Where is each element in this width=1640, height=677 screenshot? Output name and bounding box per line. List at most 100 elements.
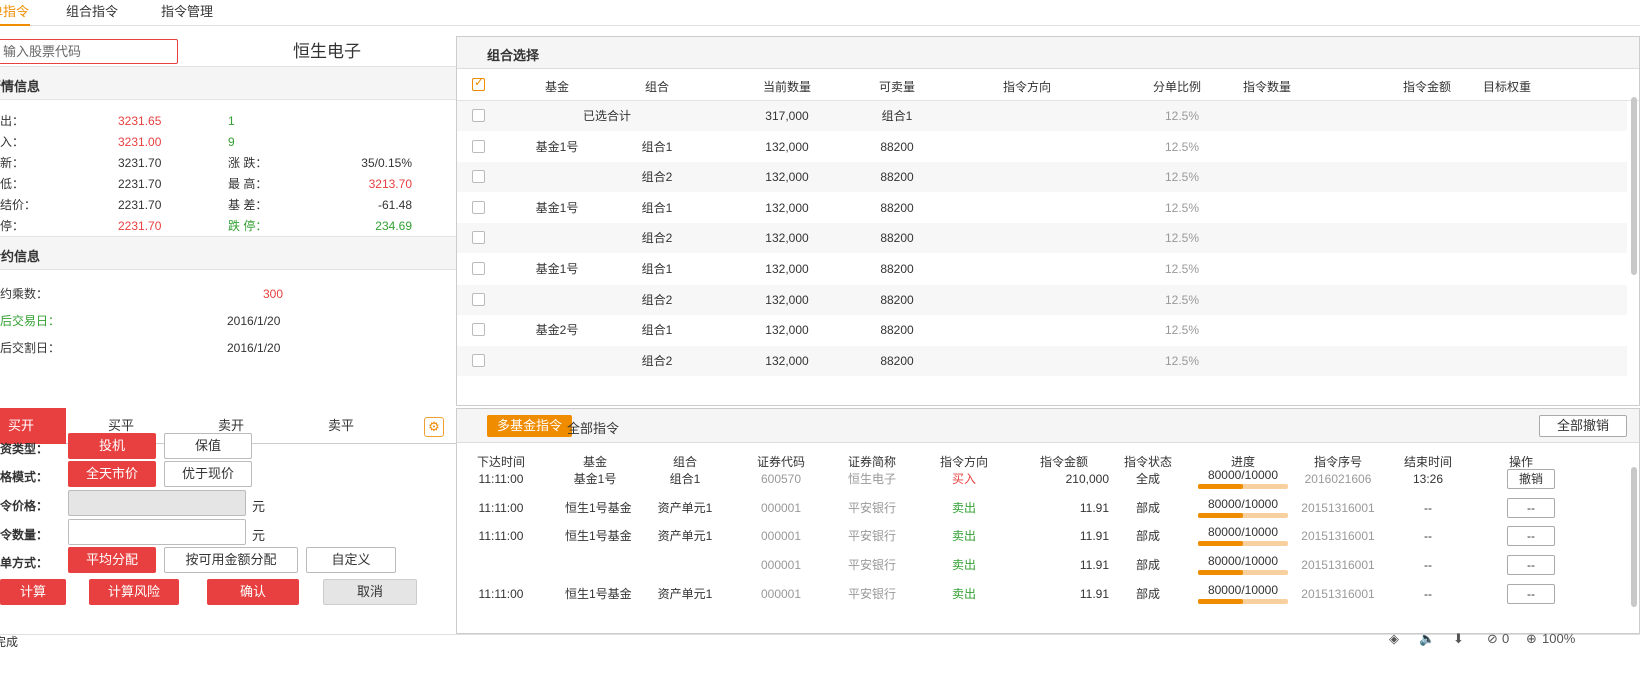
order-direction: 卖出	[951, 558, 976, 573]
portfolio-row[interactable]: 基金2号 组合1 132,000 88200 12.5%	[457, 315, 1627, 345]
quote-label-2: 基 差：	[228, 198, 268, 212]
tab-all-orders[interactable]: 全部指令	[567, 418, 619, 437]
quote-row: 涨停： 2231.70 跌 停： 234.69	[0, 215, 456, 237]
zoom-level: 100%	[1542, 631, 1576, 646]
quote-row: 最新： 3231.70 涨 跌： 35/0.15%	[0, 152, 456, 174]
row-checkbox[interactable]	[472, 292, 485, 306]
sellable-cell: 88200	[880, 139, 914, 154]
portfolio-row[interactable]: 基金1号 组合1 132,000 88200 12.5%	[457, 254, 1627, 284]
split-ratio-cell: 12.5%	[1164, 231, 1199, 246]
tab-order-management[interactable]: 指令管理	[161, 0, 213, 26]
order-seq: 2016021606	[1304, 472, 1372, 486]
calculate-risk-button[interactable]: 计算风险	[89, 579, 179, 605]
progress-text: 80000/10000	[1207, 582, 1279, 597]
tab-combo-order[interactable]: 组合指令	[66, 0, 118, 26]
progress-bar	[1198, 570, 1288, 576]
combo-cell: 组合1	[641, 139, 673, 154]
portfolio-row[interactable]: 组合2 132,000 88200 12.5%	[457, 223, 1627, 254]
row-checkbox[interactable]	[472, 262, 485, 275]
cancel-button[interactable]: 取消	[323, 579, 417, 605]
portfolio-row[interactable]: 组合2 132,000 88200 12.5%	[457, 345, 1627, 376]
shield-icon[interactable]: ◈	[1389, 631, 1399, 647]
quote-value: 3231.65	[118, 114, 162, 128]
order-qty-input[interactable]	[68, 519, 246, 545]
stock-code-input[interactable]	[0, 39, 178, 64]
portfolio-row[interactable]: 基金1号 组合1 132,000 88200 12.5%	[457, 193, 1627, 223]
contract-section-title: 合约信息	[0, 249, 41, 264]
fund-cell: 基金1号	[535, 139, 579, 154]
tab-single-order[interactable]: 单指令	[0, 0, 30, 26]
tab-buy-open[interactable]: 买开	[0, 408, 66, 444]
row-checkbox[interactable]	[472, 231, 485, 245]
combo-cell: 组合2	[641, 353, 673, 368]
portfolio-row[interactable]: 基金1号 组合1 132,000 88200 12.5%	[457, 132, 1627, 162]
tab-multi-fund-orders[interactable]: 多基金指令	[487, 415, 573, 437]
row-checkbox[interactable]	[472, 170, 485, 184]
order-amount: 210,000	[1065, 472, 1109, 486]
order-row[interactable]: 11:11:00 基金1号 组合1 600570 恒生电子 买入 210,000 全成 8000…	[457, 465, 1627, 493]
select-all-checkbox[interactable]	[472, 75, 485, 91]
row-checkbox[interactable]	[472, 139, 485, 153]
quote-label-2: 9	[228, 135, 235, 149]
portfolio-row[interactable]: 组合2 132,000 88200 12.5%	[457, 284, 1627, 315]
row-checkbox[interactable]	[472, 353, 485, 367]
zoom-icon[interactable]: ⊕	[1526, 631, 1537, 647]
order-end-time: --	[1424, 500, 1432, 515]
quote-value-2: -61.48	[377, 198, 412, 212]
order-row[interactable]: 11:11:00 恒生1号基金 资产单元1 000001 平安银行 卖出 11.91 部成 80…	[457, 580, 1627, 608]
col-target-weight: 目标权重	[1482, 80, 1531, 94]
withdraw-button[interactable]: 撤销	[1507, 469, 1555, 489]
speaker-icon[interactable]: 🔈	[1419, 631, 1435, 647]
order-action-button[interactable]: --	[1507, 526, 1555, 547]
better-price-button[interactable]: 优于现价	[164, 461, 252, 487]
blocked-icon[interactable]: ⊘	[1487, 631, 1498, 647]
combo-cell: 组合2	[641, 231, 673, 246]
order-price-input[interactable]	[68, 490, 246, 516]
quote-row: 卖出： 3231.65 1	[0, 110, 456, 132]
download-icon[interactable]: ⬇	[1453, 631, 1464, 647]
fund-cell: 基金2号	[535, 323, 579, 338]
invest-speculation-button[interactable]: 投机	[68, 433, 156, 459]
order-end-time: --	[1424, 558, 1432, 573]
gear-icon[interactable]: ⚙	[424, 417, 444, 437]
order-direction: 卖出	[951, 586, 976, 601]
order-seq: 20151316001	[1301, 529, 1375, 544]
order-action-button[interactable]: --	[1507, 583, 1555, 604]
tab-sell-close[interactable]: 卖平	[286, 408, 396, 444]
top-tab-bar: 单指令 组合指令 指令管理	[0, 0, 1640, 26]
portfolio-row[interactable]: 已选合计 317,000 组合1 12.5%	[457, 101, 1627, 131]
confirm-button[interactable]: 确认	[207, 579, 299, 605]
split-custom-button[interactable]: 自定义	[306, 547, 396, 573]
orders-scrollbar[interactable]	[1631, 467, 1637, 607]
order-row[interactable]: 000001 平安银行 卖出 11.91 部成 80000/10000 2015131600…	[457, 551, 1627, 579]
cancel-all-button[interactable]: 全部撤销	[1539, 415, 1627, 437]
quote-label-2: 跌 停：	[228, 219, 268, 233]
row-checkbox[interactable]	[472, 109, 485, 122]
order-status: 部成	[1135, 586, 1160, 601]
portfolio-scrollbar[interactable]	[1631, 97, 1637, 275]
market-price-button[interactable]: 全天市价	[68, 461, 156, 487]
split-average-button[interactable]: 平均分配	[68, 547, 156, 573]
progress-fill	[1198, 484, 1243, 489]
portfolio-row[interactable]: 组合2 132,000 88200 12.5%	[457, 162, 1627, 193]
progress-text: 80000/10000	[1207, 525, 1279, 540]
invest-hedge-button[interactable]: 保值	[164, 433, 252, 459]
split-by-available-button[interactable]: 按可用金额分配	[164, 547, 298, 573]
order-form: 买开 买平 卖开 卖平 ⚙ 投资类型： 投机 保值 价格模式： 全天市价 优于现…	[0, 408, 456, 634]
split-ratio-cell: 12.5%	[1164, 109, 1199, 123]
order-amount: 11.91	[1079, 529, 1109, 544]
row-checkbox[interactable]	[472, 200, 485, 214]
order-row[interactable]: 11:11:00 恒生1号基金 资产单元1 000001 平安银行 卖出 11.91 部成 80…	[457, 494, 1627, 522]
calculate-button[interactable]: 计算	[0, 579, 66, 605]
current-qty-cell: 132,000	[765, 292, 809, 307]
order-row[interactable]: 11:11:00 恒生1号基金 资产单元1 000001 平安银行 卖出 11.91 部成 80…	[457, 522, 1627, 550]
order-action-button[interactable]: --	[1507, 555, 1555, 576]
order-seq: 20151316001	[1301, 558, 1375, 573]
order-code: 000001	[760, 586, 802, 601]
contract-row: 最后交易日： 2016/1/20	[0, 310, 456, 332]
row-checkbox[interactable]	[472, 323, 485, 337]
progress-fill	[1198, 570, 1243, 576]
order-action-button[interactable]: --	[1507, 497, 1555, 518]
contract-value: 2016/1/20	[227, 314, 281, 328]
price-mode-label: 价格模式：	[0, 470, 49, 484]
